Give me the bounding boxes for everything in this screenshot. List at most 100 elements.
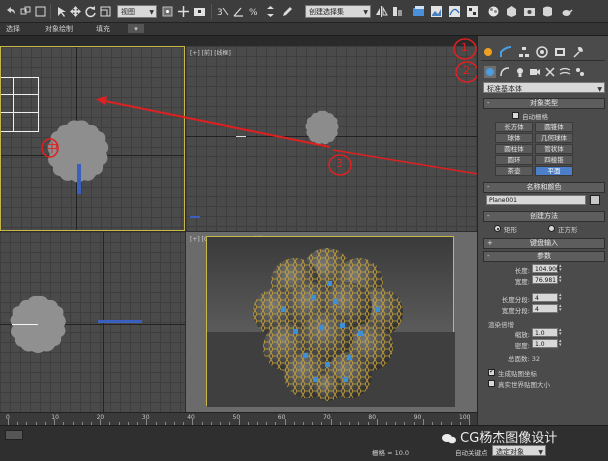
reference-coord-select[interactable]: 视图 ▼ bbox=[117, 5, 157, 18]
create-tab-icon[interactable] bbox=[482, 46, 494, 58]
autogrid-checkbox[interactable] bbox=[512, 112, 519, 119]
generate-map-coords-checkbox[interactable] bbox=[488, 367, 495, 376]
keyboard-shortcut-icon[interactable] bbox=[193, 5, 206, 18]
select-object-icon[interactable] bbox=[55, 5, 68, 18]
hierarchy-tab-icon[interactable] bbox=[518, 46, 530, 58]
object-category-select[interactable]: 标准基本体 ▼ bbox=[483, 82, 605, 93]
cone-button[interactable]: 圆锥体 bbox=[535, 122, 573, 132]
ribbon-tab-populate[interactable]: 填充 bbox=[96, 24, 110, 35]
render-production-icon[interactable] bbox=[541, 5, 554, 18]
scene-explorer-icon[interactable] bbox=[430, 5, 443, 18]
sphere-cluster-left-view[interactable] bbox=[8, 295, 68, 355]
geometry-category-icon[interactable] bbox=[484, 66, 496, 78]
motion-tab-icon[interactable] bbox=[536, 46, 548, 58]
timeline-frame-number: 30 bbox=[141, 414, 150, 421]
teapot-button[interactable]: 茶壶 bbox=[495, 166, 533, 176]
width-segments-spinner-icon[interactable]: ▴ ▾ bbox=[559, 304, 564, 313]
percent-snap-icon[interactable]: % bbox=[248, 5, 261, 18]
lights-category-icon[interactable] bbox=[514, 66, 526, 78]
viewport-front[interactable]: [+] [前] [线框] bbox=[186, 46, 477, 231]
rotate-icon[interactable] bbox=[84, 5, 97, 18]
scale-icon[interactable] bbox=[99, 5, 112, 18]
utilities-tab-icon[interactable] bbox=[572, 46, 584, 58]
spinner-snap-icon[interactable] bbox=[264, 5, 277, 18]
density-field[interactable]: 1.0 bbox=[532, 339, 558, 348]
sphere-cluster-front-view[interactable] bbox=[304, 110, 340, 146]
rectangle-radio[interactable] bbox=[494, 225, 501, 232]
length-spinner-icon[interactable]: ▴ ▾ bbox=[559, 264, 564, 273]
rollout-name-color[interactable]: - 名称和颜色 bbox=[483, 182, 605, 193]
align-icon[interactable] bbox=[391, 5, 404, 18]
width-spinner-icon[interactable]: ▴ ▾ bbox=[559, 275, 564, 284]
width-field[interactable]: 76.981 bbox=[532, 275, 558, 284]
select-link-icon[interactable] bbox=[19, 5, 32, 18]
rollout-object-type[interactable]: - 对象类型 bbox=[483, 98, 605, 109]
selected-object-outline[interactable] bbox=[1, 77, 39, 132]
object-name-field[interactable]: Plane001 bbox=[486, 195, 586, 205]
select-region-icon[interactable] bbox=[34, 5, 47, 18]
helpers-category-icon[interactable] bbox=[544, 66, 556, 78]
rendered-sphere-cluster[interactable] bbox=[207, 237, 455, 407]
pyramid-button[interactable]: 四棱锥 bbox=[535, 155, 573, 165]
undo-icon[interactable] bbox=[4, 5, 17, 18]
length-field[interactable]: 104.906 bbox=[532, 264, 560, 273]
material-editor-icon[interactable] bbox=[487, 5, 500, 18]
timeline-frame-number: 20 bbox=[96, 414, 105, 421]
ribbon-toggle-button[interactable]: ▾ bbox=[128, 24, 144, 33]
width-segments-field[interactable]: 4 bbox=[532, 304, 558, 313]
render-teapot-icon[interactable] bbox=[560, 5, 573, 18]
viewport-front-label[interactable]: [+] [前] [线框] bbox=[190, 48, 231, 57]
shapes-category-icon[interactable] bbox=[499, 66, 511, 78]
curve-editor-icon[interactable] bbox=[448, 5, 461, 18]
density-spinner-icon[interactable]: ▴ ▾ bbox=[559, 339, 564, 348]
timeline-frame-number: 40 bbox=[187, 414, 195, 421]
plane-button[interactable]: 平面 bbox=[535, 166, 573, 176]
box-button[interactable]: 长方体 bbox=[495, 122, 533, 132]
wechat-icon bbox=[442, 433, 456, 443]
lock-selection-button[interactable] bbox=[5, 430, 23, 440]
rollout-keyboard-entry[interactable]: + 键盘输入 bbox=[483, 238, 605, 249]
object-color-swatch[interactable] bbox=[590, 195, 600, 205]
time-slider[interactable]: 0 10 20 30 40 50 60 70 80 90 100 bbox=[0, 412, 477, 425]
ribbon-tab-object-paint[interactable]: 对象绘制 bbox=[45, 24, 73, 35]
plane-edge bbox=[12, 324, 38, 325]
layer-manager-icon[interactable] bbox=[412, 5, 425, 18]
display-tab-icon[interactable] bbox=[554, 46, 566, 58]
scale-spinner-icon[interactable]: ▴ ▾ bbox=[559, 328, 564, 337]
snap-toggle-icon[interactable]: 3 bbox=[216, 5, 229, 18]
tube-button[interactable]: 管状体 bbox=[535, 144, 573, 154]
move-icon[interactable] bbox=[69, 5, 82, 18]
key-filter-select[interactable]: 选定对象 ▼ bbox=[492, 445, 546, 456]
timeline-frame-number: 70 bbox=[323, 414, 331, 421]
systems-category-icon[interactable] bbox=[574, 66, 586, 78]
rendered-frame-icon[interactable] bbox=[523, 5, 536, 18]
viewport-top[interactable]: 中 bbox=[0, 46, 185, 231]
cylinder-button[interactable]: 圆柱体 bbox=[495, 144, 533, 154]
render-setup-icon[interactable] bbox=[505, 5, 518, 18]
torus-button[interactable]: 圆环 bbox=[495, 155, 533, 165]
cameras-category-icon[interactable] bbox=[529, 66, 541, 78]
select-manipulate-icon[interactable] bbox=[177, 5, 190, 18]
sphere-button[interactable]: 球体 bbox=[495, 133, 533, 143]
spacewarps-category-icon[interactable] bbox=[559, 66, 571, 78]
named-selection-set-select[interactable]: 创建选择集 ▼ bbox=[305, 5, 371, 18]
viewport-camera[interactable]: [+] [Camera001] [明暗处理] bbox=[186, 232, 477, 412]
square-radio[interactable] bbox=[548, 225, 555, 232]
geosphere-button[interactable]: 几何球体 bbox=[535, 133, 573, 143]
modify-tab-icon[interactable] bbox=[500, 46, 512, 58]
length-segments-spinner-icon[interactable]: ▴ ▾ bbox=[559, 293, 564, 302]
mirror-icon[interactable] bbox=[375, 5, 388, 18]
ribbon-tab-selection[interactable]: 选择 bbox=[6, 24, 20, 35]
rollout-creation-method[interactable]: - 创建方法 bbox=[483, 211, 605, 222]
real-world-map-size-checkbox[interactable] bbox=[488, 380, 495, 387]
schematic-view-icon[interactable] bbox=[466, 5, 479, 18]
edit-named-selection-icon[interactable] bbox=[281, 5, 294, 18]
timeline-frame-number: 80 bbox=[368, 414, 377, 421]
rollout-parameters[interactable]: - 参数 bbox=[483, 251, 605, 262]
ribbon-collapsed-strip bbox=[0, 36, 477, 46]
pivot-center-icon[interactable] bbox=[161, 5, 174, 18]
viewport-left[interactable] bbox=[0, 232, 185, 412]
length-segments-field[interactable]: 4 bbox=[532, 293, 558, 302]
angle-snap-icon[interactable] bbox=[232, 5, 245, 18]
scale-field[interactable]: 1.0 bbox=[532, 328, 558, 337]
